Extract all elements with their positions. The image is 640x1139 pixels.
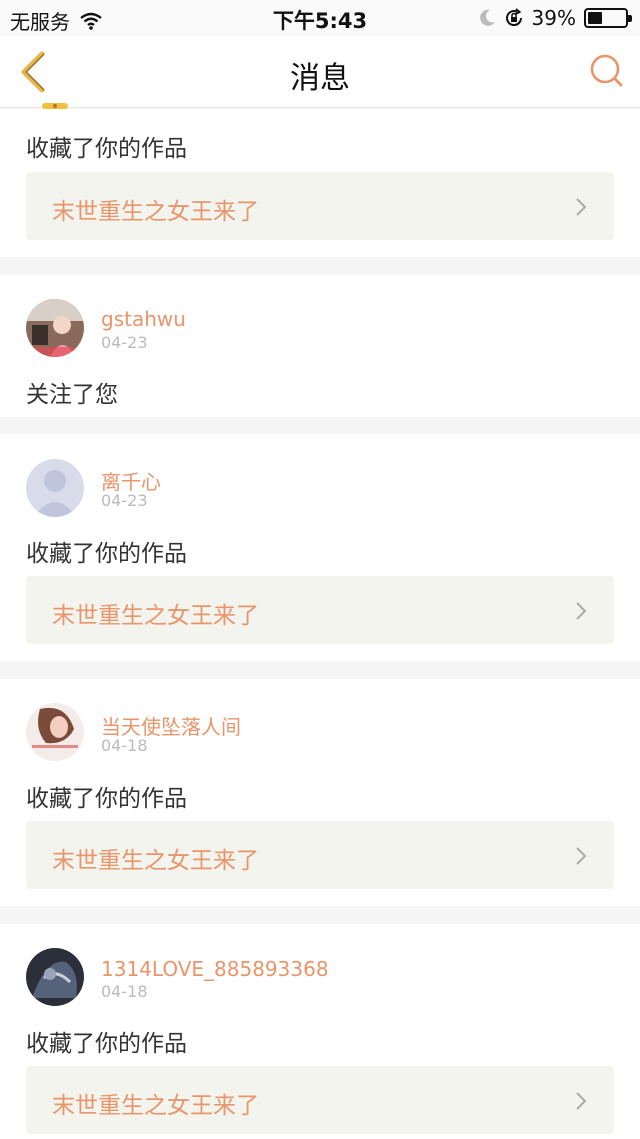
work-title: 末世重生之女王来了 [52, 848, 259, 874]
nav-bar: 消息 [0, 36, 640, 108]
battery-icon [584, 8, 632, 28]
notification-date: 04-18 [101, 982, 148, 1001]
avatar[interactable] [26, 703, 84, 761]
notification-action: 收藏了你的作品 [26, 786, 187, 812]
work-link[interactable]: 末世重生之女王来了 [26, 1066, 614, 1134]
page-title: 消息 [290, 61, 350, 96]
notification-date: 04-23 [101, 333, 148, 352]
avatar[interactable] [26, 459, 84, 517]
avatar[interactable] [40, 59, 70, 113]
rotation-lock-icon [505, 8, 522, 27]
notification-date: 04-23 [101, 491, 148, 510]
work-link[interactable]: 末世重生之女王来了 [26, 172, 614, 240]
work-title: 末世重生之女王来了 [52, 603, 259, 629]
moon-icon [479, 9, 495, 26]
notification-card: 当天使坠落人间 04-18 收藏了你的作品 末世重生之女王来了 [0, 679, 640, 906]
chevron-right-icon [576, 847, 587, 865]
username[interactable]: gstahwu [101, 307, 186, 331]
work-title: 末世重生之女王来了 [52, 199, 259, 225]
avatar[interactable] [26, 948, 84, 1006]
work-link[interactable]: 末世重生之女王来了 [26, 576, 614, 644]
battery-percent: 39% [531, 6, 576, 30]
notification-card: 离千心 04-23 收藏了你的作品 末世重生之女王来了 [0, 434, 640, 661]
avatar[interactable] [26, 299, 84, 357]
work-title: 末世重生之女王来了 [52, 1093, 259, 1119]
chevron-right-icon [576, 602, 587, 620]
username[interactable]: 1314LOVE_885893368 [101, 957, 329, 981]
notification-date: 04-18 [101, 736, 148, 755]
notification-action: 收藏了你的作品 [26, 541, 187, 567]
work-link[interactable]: 末世重生之女王来了 [26, 821, 614, 889]
notification-action: 收藏了你的作品 [26, 1031, 187, 1057]
battery-fill [588, 12, 602, 24]
search-icon[interactable] [586, 50, 626, 90]
notification-card: gstahwu 04-23 关注了您 [0, 275, 640, 417]
chevron-right-icon [576, 198, 587, 216]
notification-action: 收藏了你的作品 [26, 136, 187, 162]
notification-card: 收藏了你的作品 末世重生之女王来了 [0, 103, 640, 257]
status-bar: 无服务 下午5:43 39% [0, 0, 640, 36]
notification-card: 1314LOVE_885893368 04-18 收藏了你的作品 末世重生之女王… [0, 924, 640, 1139]
notification-action: 关注了您 [26, 382, 118, 408]
chevron-right-icon [576, 1092, 587, 1110]
